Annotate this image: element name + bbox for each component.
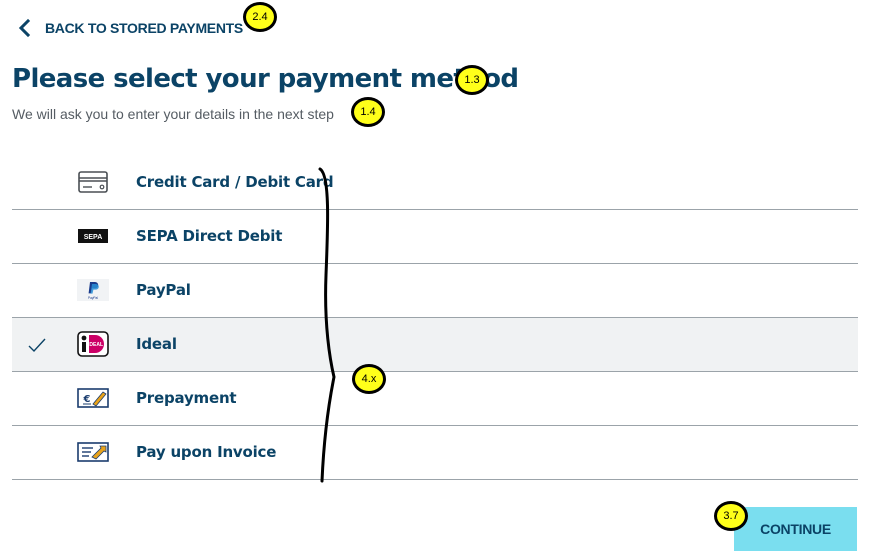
svg-text:iDEAL: iDEAL bbox=[88, 342, 103, 348]
payment-option-credit-card[interactable]: Credit Card / Debit Card bbox=[12, 156, 858, 210]
credit-card-icon bbox=[78, 171, 108, 193]
payment-option-paypal[interactable]: PayPal PayPal bbox=[12, 264, 858, 318]
back-link-label: BACK TO STORED PAYMENTS bbox=[45, 20, 243, 36]
invoice-icon bbox=[77, 442, 109, 462]
chevron-left-icon bbox=[18, 18, 31, 38]
sepa-logo-icon: SEPA bbox=[78, 229, 108, 243]
payment-method-list: Credit Card / Debit Card SEPA SEPA Direc… bbox=[12, 156, 858, 480]
payment-option-label: PayPal bbox=[136, 281, 191, 299]
brace-annotation bbox=[318, 167, 336, 483]
page-subtitle: We will ask you to enter your details in… bbox=[12, 106, 334, 122]
continue-button[interactable]: CONTINUE bbox=[734, 507, 857, 551]
annotation-marker: 1.3 bbox=[455, 65, 489, 95]
ideal-logo-icon: iDEAL bbox=[77, 331, 109, 357]
payment-option-label: SEPA Direct Debit bbox=[136, 227, 283, 245]
payment-option-sepa[interactable]: SEPA SEPA Direct Debit bbox=[12, 210, 858, 264]
page-title: Please select your payment method bbox=[12, 64, 519, 94]
payment-option-invoice[interactable]: Pay upon Invoice bbox=[12, 426, 858, 480]
paypal-logo-icon: PayPal bbox=[77, 279, 109, 301]
svg-text:PayPal: PayPal bbox=[88, 296, 98, 300]
payment-option-label: Prepayment bbox=[136, 389, 237, 407]
checkmark-icon bbox=[28, 338, 46, 353]
payment-option-prepayment[interactable]: € Prepayment bbox=[12, 372, 858, 426]
annotation-marker: 2.4 bbox=[243, 2, 277, 32]
back-to-stored-payments-link[interactable]: BACK TO STORED PAYMENTS bbox=[14, 16, 243, 40]
payment-option-label: Ideal bbox=[136, 335, 177, 353]
annotation-marker: 4.x bbox=[352, 364, 386, 394]
payment-option-label: Pay upon Invoice bbox=[136, 443, 277, 461]
annotation-marker: 1.4 bbox=[351, 97, 385, 127]
prepayment-icon: € bbox=[77, 388, 109, 408]
payment-option-ideal[interactable]: iDEAL Ideal bbox=[12, 318, 858, 372]
annotation-marker: 3.7 bbox=[714, 501, 748, 531]
svg-text:€: € bbox=[83, 394, 91, 405]
svg-text:SEPA: SEPA bbox=[84, 234, 103, 241]
